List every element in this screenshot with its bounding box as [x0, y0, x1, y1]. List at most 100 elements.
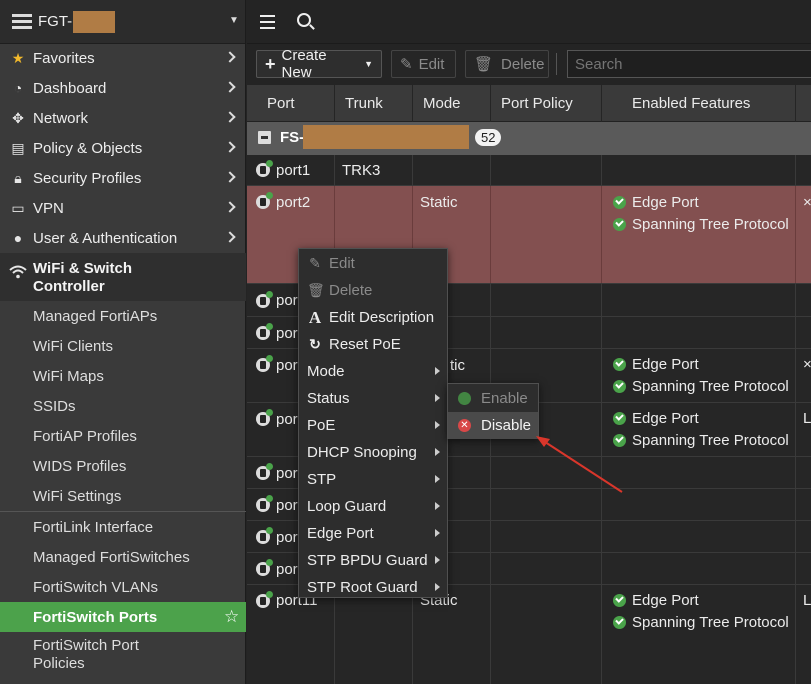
submenu-arrow-icon: [435, 421, 440, 429]
create-new-button[interactable]: + Create New ▼: [256, 47, 382, 81]
collapse-icon[interactable]: [258, 131, 271, 144]
menu-hamburger-icon[interactable]: [260, 15, 275, 33]
menu-item-stp-root-guard[interactable]: STP Root Guard: [299, 574, 447, 601]
menu-item-mode[interactable]: Mode: [299, 358, 447, 385]
sidebar-item-user-authentication[interactable]: ● User & Authentication: [0, 223, 246, 253]
column-header-enabled-features[interactable]: Enabled Features: [602, 85, 796, 122]
sidebar-item-fortiswitch-ports[interactable]: FortiSwitch Ports ☆: [0, 602, 246, 632]
feature-label: Edge Port: [632, 592, 699, 609]
menu-item-delete[interactable]: 🗑︎ Delete: [299, 277, 447, 304]
sidebar-item-fortiap-profiles[interactable]: FortiAP Profiles: [0, 421, 246, 451]
sidebar-item-ssids[interactable]: SSIDs: [0, 391, 246, 421]
policy-icon: ▤: [11, 139, 25, 156]
chevron-right-icon: [224, 51, 236, 63]
toolbar: + Create New ▼ ✎ Edit 🗑︎ Delete: [247, 45, 811, 85]
menu-item-label: Delete: [329, 282, 373, 299]
row-extra-value: ×: [803, 194, 811, 211]
search-icon[interactable]: [297, 13, 311, 27]
menu-item-label: Edit Description: [329, 309, 435, 326]
caret-down-icon: ▼: [364, 59, 373, 69]
create-new-label: Create New: [281, 47, 327, 81]
wifi-icon: [9, 265, 27, 279]
port-icon: [256, 355, 273, 372]
port-icon: [256, 409, 273, 426]
sidebar-item-label: Dashboard: [33, 79, 107, 97]
menu-item-poe[interactable]: PoE: [299, 412, 447, 439]
port-name-partial: por: [276, 497, 298, 514]
feature-label: Edge Port: [632, 194, 699, 211]
submenu-item-enable[interactable]: Enable: [448, 385, 538, 412]
submenu-arrow-icon: [435, 529, 440, 537]
sidebar-item-wids-profiles[interactable]: WIDS Profiles: [0, 451, 246, 481]
submenu-arrow-icon: [435, 475, 440, 483]
sidebar-item-fortilink-interface[interactable]: FortiLink Interface: [0, 512, 246, 542]
port-name-partial: por: [276, 325, 298, 342]
menu-item-edit[interactable]: ✎ Edit: [299, 250, 447, 277]
menu-item-label: STP BPDU Guard: [307, 552, 428, 569]
submenu-item-label: Disable: [481, 417, 532, 434]
sidebar-item-label: VPN: [33, 199, 64, 217]
sidebar-item-dashboard[interactable]: ◔ Dashboard: [0, 73, 246, 103]
menu-item-dhcp-snooping[interactable]: DHCP Snooping: [299, 439, 447, 466]
sidebar-item-fortiswitch-port-policies[interactable]: FortiSwitch Port Policies: [0, 634, 246, 676]
port-icon: [256, 291, 273, 308]
plus-icon: +: [265, 53, 276, 74]
edit-button[interactable]: ✎ Edit: [391, 50, 456, 78]
port-name-partial: por: [276, 561, 298, 578]
menu-item-status[interactable]: Status: [299, 385, 447, 412]
sidebar-item-favorites[interactable]: ★ Favorites: [0, 43, 246, 73]
column-header-port-policy[interactable]: Port Policy: [491, 85, 602, 122]
port-icon: [256, 591, 273, 608]
pencil-icon: ✎: [309, 255, 321, 271]
chevron-down-icon[interactable]: ▼: [229, 15, 239, 26]
column-header-port[interactable]: Port: [247, 85, 335, 122]
sidebar-item-wifi-maps[interactable]: WiFi Maps: [0, 361, 246, 391]
network-icon: ✥: [12, 109, 24, 126]
laptop-icon: ▭: [11, 199, 25, 216]
menu-item-edit-description[interactable]: A Edit Description: [299, 304, 447, 331]
search-input[interactable]: [567, 50, 811, 78]
status-submenu: Enable ✕ Disable: [447, 383, 539, 439]
column-header-trunk[interactable]: Trunk: [335, 85, 413, 122]
port-icon: [256, 192, 273, 209]
port-name: port2: [276, 194, 311, 211]
text-icon: A: [308, 307, 322, 327]
chevron-right-icon: [224, 81, 236, 93]
menu-item-reset-poe[interactable]: ↻ Reset PoE: [299, 331, 447, 358]
menu-item-loop-guard[interactable]: Loop Guard: [299, 493, 447, 520]
menu-item-stp-bpdu-guard[interactable]: STP BPDU Guard: [299, 547, 447, 574]
sidebar-item-wifi-clients[interactable]: WiFi Clients: [0, 331, 246, 361]
submenu-item-disable[interactable]: ✕ Disable: [448, 412, 538, 439]
submenu-arrow-icon: [435, 394, 440, 402]
port-name-partial: por: [276, 529, 298, 546]
sidebar-item-network[interactable]: ✥ Network: [0, 103, 246, 133]
sidebar-item-vpn[interactable]: ▭ VPN: [0, 193, 246, 223]
refresh-icon: ↻: [309, 336, 321, 352]
sidebar-item-managed-fortiswitches[interactable]: Managed FortiSwitches: [0, 542, 246, 572]
chevron-right-icon: [224, 111, 236, 123]
device-selector[interactable]: FGT- ▼: [0, 0, 245, 44]
column-header-mode[interactable]: Mode: [413, 85, 491, 122]
trash-icon: 🗑︎: [474, 56, 494, 73]
favorite-star-icon[interactable]: ☆: [224, 607, 239, 627]
row-extra-value: L: [803, 410, 811, 427]
menu-item-label: Loop Guard: [307, 498, 387, 515]
sidebar-item-wifi-settings[interactable]: WiFi Settings: [0, 481, 246, 511]
switch-group-name: FS-: [280, 129, 305, 146]
feature-label: Spanning Tree Protocol: [632, 432, 789, 449]
sidebar-item-fortiswitch-vlans[interactable]: FortiSwitch VLANs: [0, 572, 246, 602]
sidebar-item-security-profiles[interactable]: 🔒︎ Security Profiles: [0, 163, 246, 193]
sidebar-item-policy-objects[interactable]: ▤ Policy & Objects: [0, 133, 246, 163]
delete-button[interactable]: 🗑︎ Delete: [465, 50, 549, 78]
x-circle-icon: ✕: [458, 419, 471, 432]
menu-item-label: DHCP Snooping: [307, 444, 417, 461]
feature-label: Edge Port: [632, 410, 699, 427]
menu-item-edge-port[interactable]: Edge Port: [299, 520, 447, 547]
switch-group-row[interactable]: FS- 52: [247, 122, 811, 155]
table-row[interactable]: port1 TRK3: [247, 155, 811, 186]
sidebar-item-managed-fortiaps[interactable]: Managed FortiAPs: [0, 301, 246, 331]
sidebar-item-label: Security Profiles: [33, 169, 142, 187]
port-icon: [256, 495, 273, 512]
menu-item-stp[interactable]: STP: [299, 466, 447, 493]
sidebar-item-wifi-switch-controller[interactable]: WiFi & Switch Controller: [0, 253, 246, 301]
